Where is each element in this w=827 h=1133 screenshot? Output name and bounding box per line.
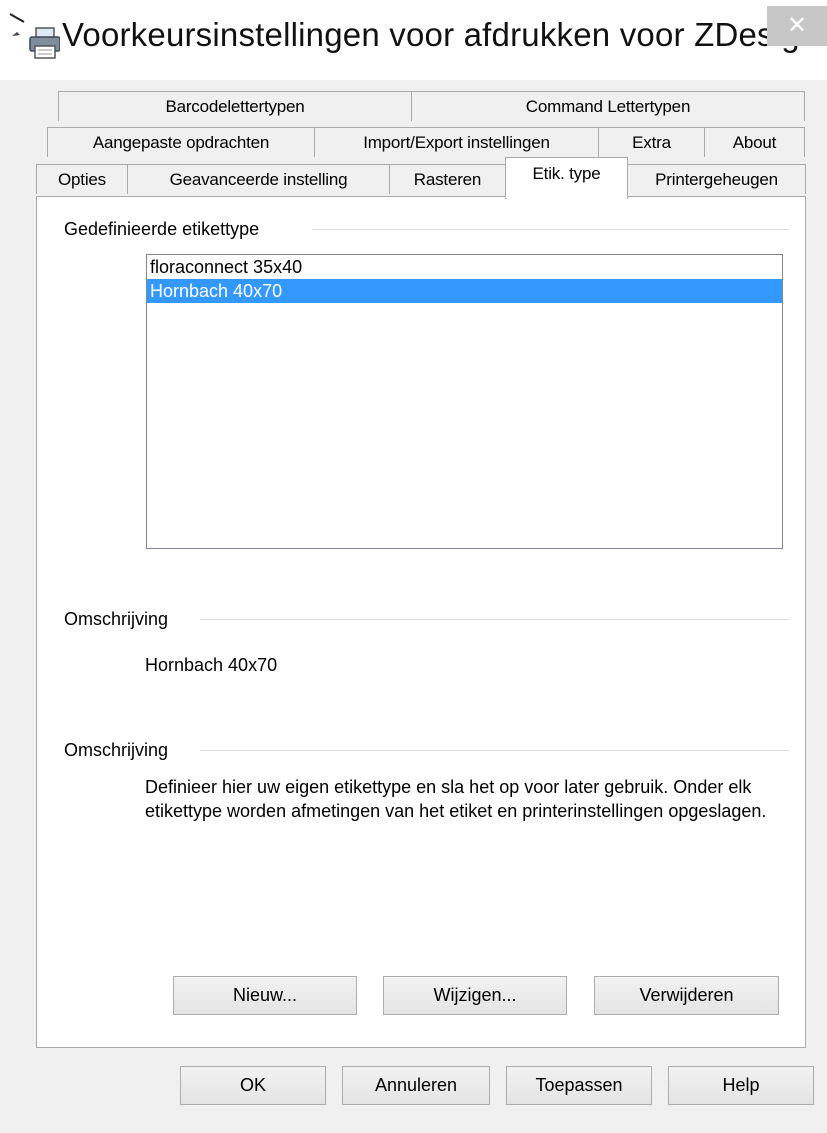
delete-button[interactable]: Verwijderen [594,976,779,1015]
tab-about[interactable]: About [704,127,805,157]
tab-extra[interactable]: Extra [598,127,705,157]
title-bar: Voorkeursinstellingen voor afdrukken voo… [0,0,827,80]
description-group-title: Omschrijving [64,609,169,630]
tab-printergeheugen[interactable]: Printergeheugen [627,164,806,194]
tab-panel-etik-type: Gedefinieerde etikettype floraconnect 35… [36,196,806,1048]
defined-types-group-title: Gedefinieerde etikettype [64,219,260,240]
tab-geavanceerde-instelling[interactable]: Geavanceerde instelling [127,164,390,194]
info-group-title: Omschrijving [64,740,169,761]
description-value: Hornbach 40x70 [145,655,278,675]
tab-rasteren[interactable]: Rasteren [389,164,506,194]
apply-button[interactable]: Toepassen [506,1066,652,1105]
printer-icon [9,13,60,59]
close-icon: ✕ [786,12,808,39]
tab-opties[interactable]: Opties [36,164,128,194]
edit-button[interactable]: Wijzigen... [383,976,567,1015]
window-title: Voorkeursinstellingen voor afdrukken voo… [62,16,827,53]
info-text: Definieer hier uw eigen etikettype en sl… [145,777,767,821]
tab-barcodelettertypen[interactable]: Barcodelettertypen [58,91,412,121]
list-item[interactable]: floraconnect 35x40 [147,255,782,279]
tab-etik-type[interactable]: Etik. type [505,157,628,199]
group-divider [200,619,789,621]
help-button[interactable]: Help [668,1066,814,1105]
group-divider [312,229,789,231]
tab-import-export[interactable]: Import/Export instellingen [314,127,599,157]
cancel-button[interactable]: Annuleren [342,1066,490,1105]
tab-aangepaste-opdrachten[interactable]: Aangepaste opdrachten [47,127,315,157]
ok-button[interactable]: OK [180,1066,326,1105]
group-divider [200,750,789,752]
close-button[interactable]: ✕ [767,6,827,46]
new-button[interactable]: Nieuw... [173,976,357,1015]
list-item-selected[interactable]: Hornbach 40x70 [147,279,782,303]
label-type-list[interactable]: floraconnect 35x40 Hornbach 40x70 [146,254,783,549]
tab-command-lettertypen[interactable]: Command Lettertypen [411,91,805,121]
